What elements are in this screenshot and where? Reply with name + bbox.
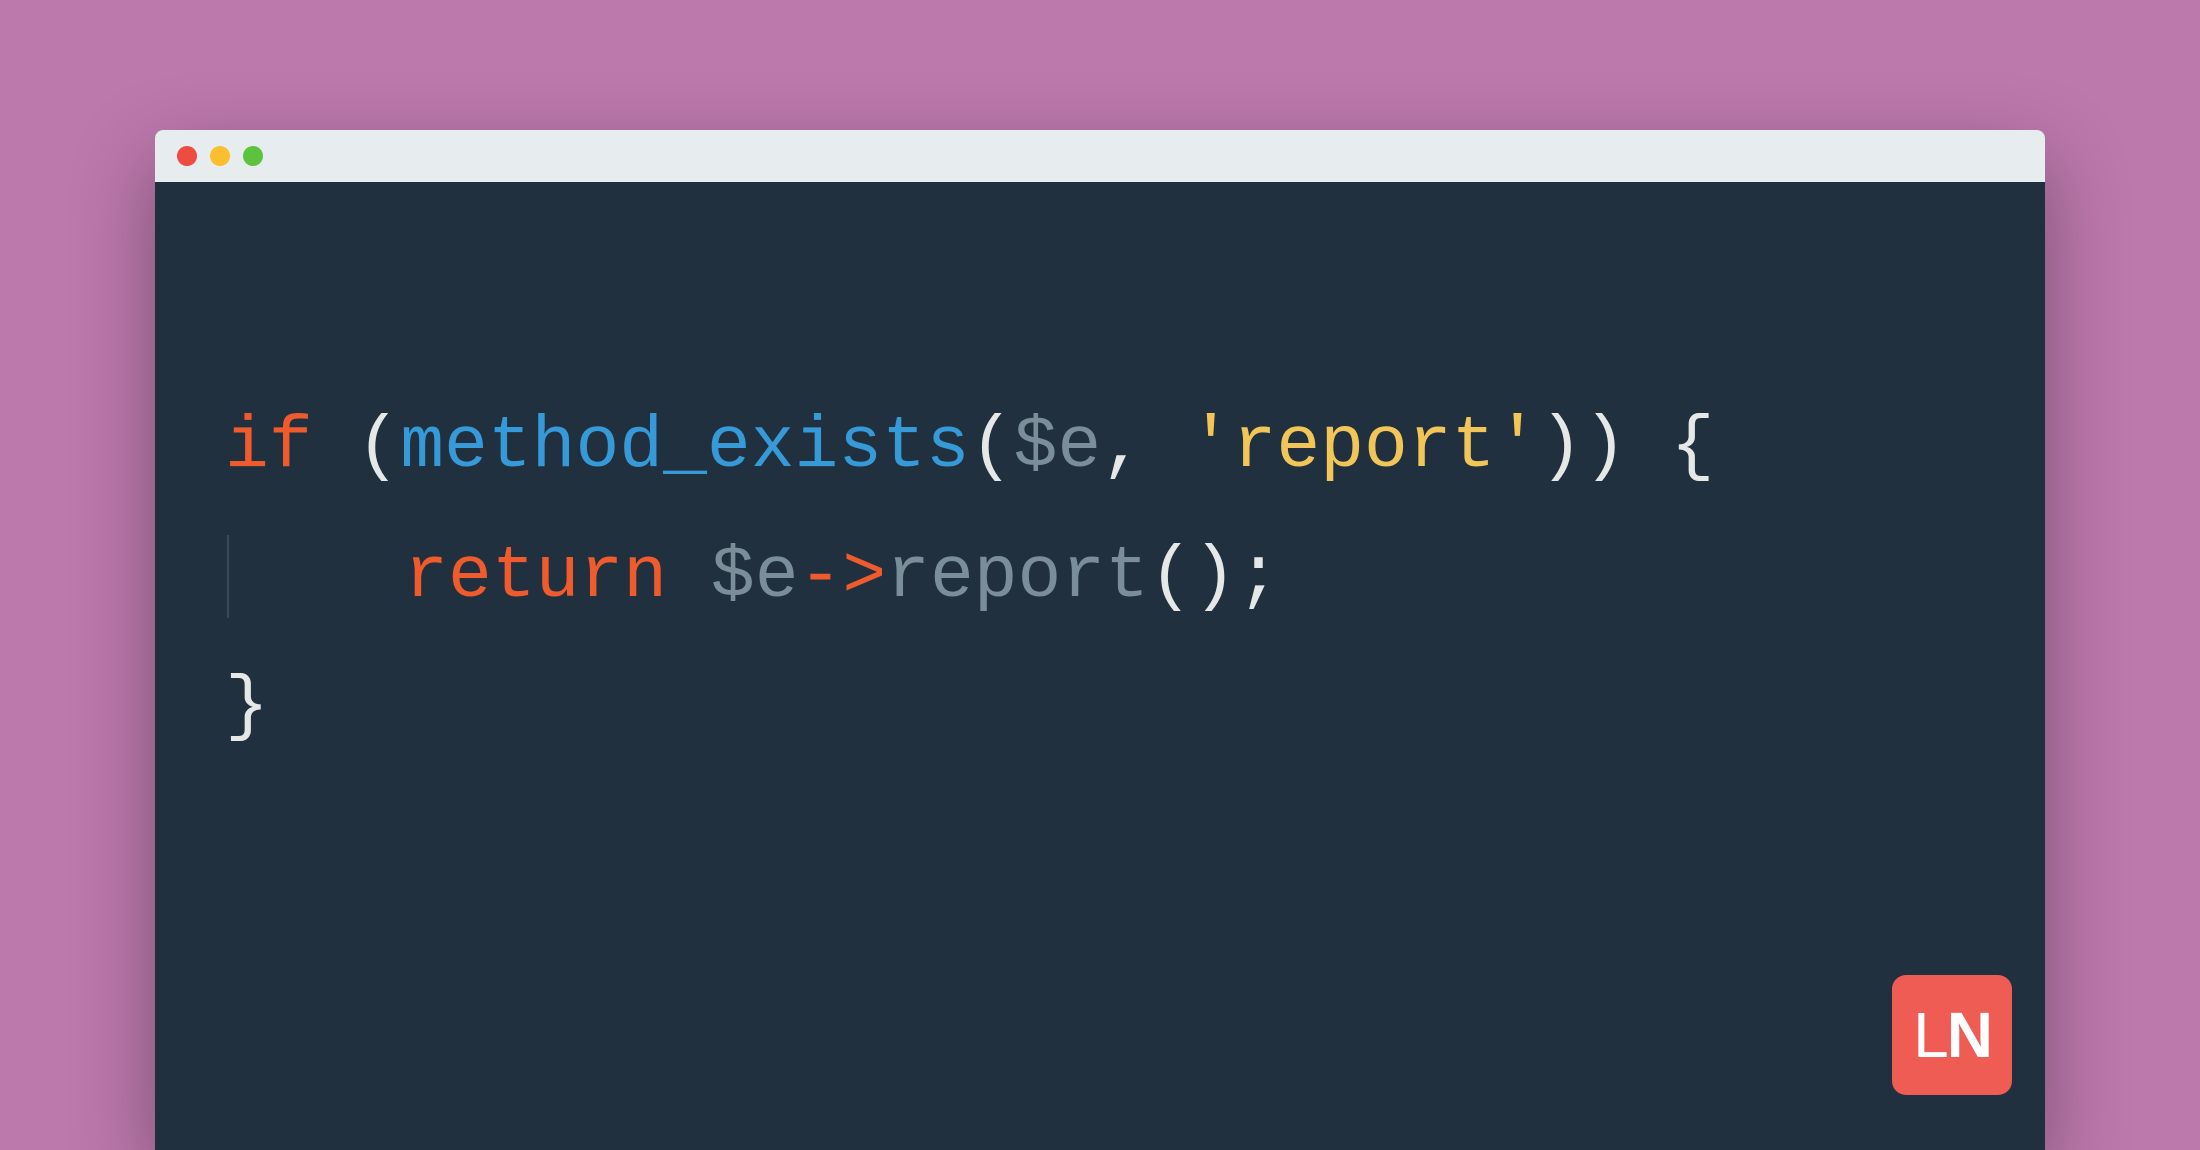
code-line-3: } xyxy=(225,642,1975,772)
logo-text: LN xyxy=(1913,998,1991,1072)
keyword-return: return xyxy=(404,535,667,618)
variable: $e xyxy=(1014,405,1102,488)
variable: $e xyxy=(711,535,799,618)
keyword-if: if xyxy=(225,405,313,488)
function-name: method_exists xyxy=(400,405,970,488)
code-editor: if (method_exists($e, 'report')) { retur… xyxy=(155,182,2045,772)
maximize-icon[interactable] xyxy=(243,146,263,166)
method-name: report xyxy=(886,535,1149,618)
code-window: if (method_exists($e, 'report')) { retur… xyxy=(155,130,2045,1150)
minimize-icon[interactable] xyxy=(210,146,230,166)
close-icon[interactable] xyxy=(177,146,197,166)
string-literal: 'report' xyxy=(1189,405,1539,488)
window-titlebar xyxy=(155,130,2045,182)
code-line-2: return $e->report(); xyxy=(225,512,1975,642)
arrow-operator: -> xyxy=(799,535,887,618)
code-line-1: if (method_exists($e, 'report')) { xyxy=(225,382,1975,512)
logo-badge: LN xyxy=(1892,975,2012,1095)
